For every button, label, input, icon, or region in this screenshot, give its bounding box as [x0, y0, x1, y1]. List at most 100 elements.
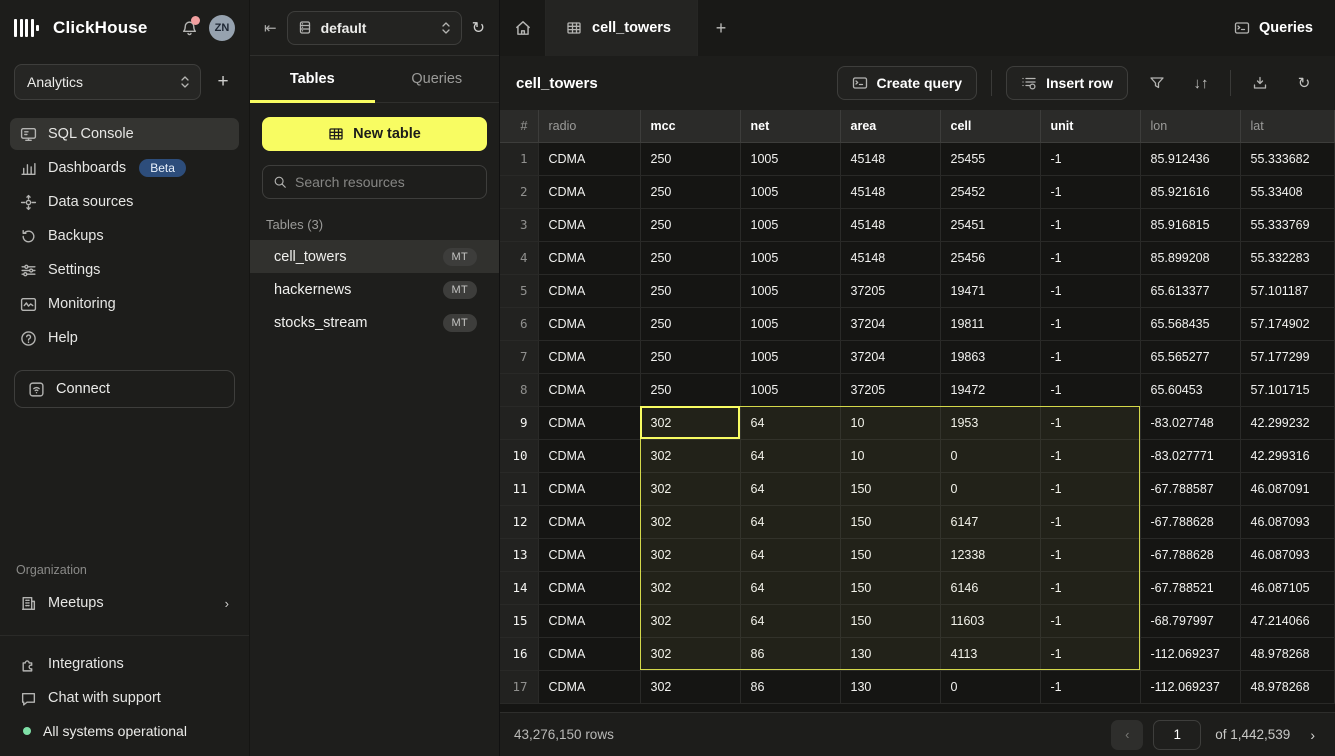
- sidebar-item-chat-support[interactable]: Chat with support: [10, 682, 239, 714]
- cell[interactable]: 250: [640, 175, 740, 208]
- cell[interactable]: -1: [1040, 175, 1140, 208]
- cell[interactable]: 64: [740, 571, 840, 604]
- avatar[interactable]: ZN: [209, 15, 235, 41]
- cell[interactable]: 150: [840, 571, 940, 604]
- refresh-tables-icon[interactable]: ↻: [472, 18, 485, 38]
- cell[interactable]: -1: [1040, 241, 1140, 274]
- cell[interactable]: CDMA: [538, 241, 640, 274]
- cell[interactable]: 46.087091: [1240, 472, 1335, 505]
- sidebar-item-monitoring[interactable]: Monitoring: [10, 288, 239, 320]
- cell[interactable]: -1: [1040, 340, 1140, 373]
- cell[interactable]: 6147: [940, 505, 1040, 538]
- cell[interactable]: -1: [1040, 439, 1140, 472]
- cell[interactable]: 1005: [740, 274, 840, 307]
- cell[interactable]: 37205: [840, 373, 940, 406]
- cell[interactable]: 130: [840, 637, 940, 670]
- column-header[interactable]: #: [500, 110, 538, 142]
- cell[interactable]: 0: [940, 472, 1040, 505]
- cell[interactable]: 25451: [940, 208, 1040, 241]
- cell[interactable]: -1: [1040, 274, 1140, 307]
- cell[interactable]: 55.332283: [1240, 241, 1335, 274]
- tab-tables[interactable]: Tables: [250, 56, 375, 102]
- cell[interactable]: -1: [1040, 373, 1140, 406]
- cell[interactable]: 130: [840, 670, 940, 703]
- cell[interactable]: -1: [1040, 472, 1140, 505]
- row-number[interactable]: 7: [500, 340, 538, 373]
- cell[interactable]: 11603: [940, 604, 1040, 637]
- cell[interactable]: 64: [740, 538, 840, 571]
- cell[interactable]: CDMA: [538, 571, 640, 604]
- page-input[interactable]: [1153, 720, 1201, 750]
- cell[interactable]: 250: [640, 142, 740, 175]
- cell[interactable]: 4113: [940, 637, 1040, 670]
- tab-cell-towers[interactable]: cell_towers: [546, 0, 698, 56]
- cell[interactable]: 10: [840, 439, 940, 472]
- row-number[interactable]: 15: [500, 604, 538, 637]
- cell[interactable]: -1: [1040, 604, 1140, 637]
- cell[interactable]: 57.177299: [1240, 340, 1335, 373]
- table-list-item[interactable]: cell_towers MT: [250, 240, 499, 273]
- cell[interactable]: 46.087093: [1240, 505, 1335, 538]
- table-list-item[interactable]: hackernews MT: [262, 273, 487, 306]
- column-header[interactable]: mcc: [640, 110, 740, 142]
- cell[interactable]: 250: [640, 208, 740, 241]
- cell[interactable]: 1953: [940, 406, 1040, 439]
- cell[interactable]: -68.797997: [1140, 604, 1240, 637]
- insert-row-button[interactable]: Insert row: [1006, 66, 1128, 100]
- tab-queries[interactable]: Queries: [375, 56, 500, 102]
- cell[interactable]: 1005: [740, 340, 840, 373]
- row-number[interactable]: 5: [500, 274, 538, 307]
- cell[interactable]: 302: [640, 571, 740, 604]
- cell[interactable]: 6146: [940, 571, 1040, 604]
- next-page-button[interactable]: ›: [1304, 727, 1321, 743]
- sidebar-item-meetups[interactable]: Meetups ›: [10, 587, 239, 619]
- cell[interactable]: 47.214066: [1240, 604, 1335, 637]
- column-header[interactable]: lon: [1140, 110, 1240, 142]
- row-number[interactable]: 13: [500, 538, 538, 571]
- column-header[interactable]: cell: [940, 110, 1040, 142]
- collapse-panel-icon[interactable]: ⇤: [264, 19, 277, 37]
- cell[interactable]: 65.613377: [1140, 274, 1240, 307]
- cell[interactable]: CDMA: [538, 670, 640, 703]
- cell[interactable]: -1: [1040, 307, 1140, 340]
- cell[interactable]: 250: [640, 340, 740, 373]
- cell[interactable]: 0: [940, 439, 1040, 472]
- cell[interactable]: 19811: [940, 307, 1040, 340]
- create-query-button[interactable]: Create query: [837, 66, 978, 100]
- system-status[interactable]: All systems operational: [10, 716, 239, 746]
- cell[interactable]: 12338: [940, 538, 1040, 571]
- refresh-data-button[interactable]: ↻: [1289, 68, 1319, 98]
- connect-button[interactable]: Connect: [14, 370, 235, 408]
- cell[interactable]: CDMA: [538, 307, 640, 340]
- cell[interactable]: 86: [740, 670, 840, 703]
- cell[interactable]: 0: [940, 670, 1040, 703]
- cell[interactable]: -67.788628: [1140, 538, 1240, 571]
- cell[interactable]: 150: [840, 604, 940, 637]
- add-workspace-button[interactable]: +: [211, 70, 235, 94]
- cell[interactable]: 45148: [840, 142, 940, 175]
- row-number[interactable]: 9: [500, 406, 538, 439]
- queries-button[interactable]: Queries: [1212, 0, 1335, 56]
- sidebar-item-integrations[interactable]: Integrations: [10, 648, 239, 680]
- cell[interactable]: 85.921616: [1140, 175, 1240, 208]
- sidebar-item-settings[interactable]: Settings: [10, 254, 239, 286]
- cell[interactable]: 25452: [940, 175, 1040, 208]
- row-number[interactable]: 12: [500, 505, 538, 538]
- cell[interactable]: CDMA: [538, 637, 640, 670]
- row-number[interactable]: 11: [500, 472, 538, 505]
- cell[interactable]: 57.101715: [1240, 373, 1335, 406]
- cell[interactable]: 1005: [740, 307, 840, 340]
- cell[interactable]: CDMA: [538, 274, 640, 307]
- cell[interactable]: CDMA: [538, 142, 640, 175]
- cell[interactable]: 10: [840, 406, 940, 439]
- cell[interactable]: 302: [640, 472, 740, 505]
- cell[interactable]: 45148: [840, 208, 940, 241]
- column-header[interactable]: radio: [538, 110, 640, 142]
- column-header[interactable]: lat: [1240, 110, 1335, 142]
- row-number[interactable]: 8: [500, 373, 538, 406]
- column-header[interactable]: unit: [1040, 110, 1140, 142]
- cell[interactable]: 65.565277: [1140, 340, 1240, 373]
- cell[interactable]: 302: [640, 505, 740, 538]
- cell[interactable]: 64: [740, 472, 840, 505]
- filter-button[interactable]: [1142, 68, 1172, 98]
